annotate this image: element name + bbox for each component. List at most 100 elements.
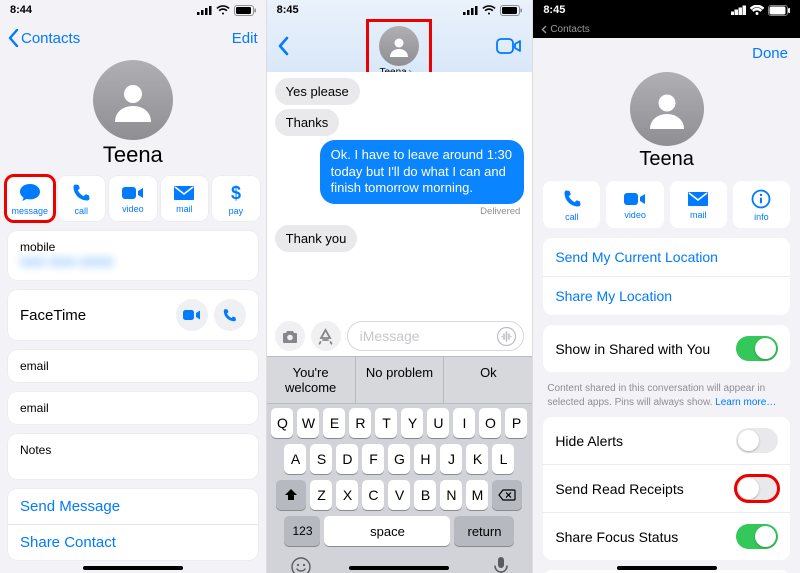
- avatar: [379, 26, 419, 66]
- send-location-row[interactable]: Send My Current Location: [543, 238, 790, 277]
- key-w[interactable]: W: [297, 408, 319, 438]
- call-button[interactable]: call: [543, 181, 600, 228]
- email-card-2[interactable]: email: [8, 392, 258, 424]
- key-b[interactable]: B: [414, 480, 436, 510]
- key-u[interactable]: U: [427, 408, 449, 438]
- key-c[interactable]: C: [362, 480, 384, 510]
- message-in[interactable]: Thanks: [275, 109, 340, 136]
- key-q[interactable]: Q: [271, 408, 293, 438]
- dictate-button[interactable]: [497, 327, 516, 346]
- suggestion[interactable]: You're welcome: [267, 357, 356, 403]
- hide-alerts-row: Hide Alerts: [543, 417, 790, 465]
- share-location-row[interactable]: Share My Location: [543, 277, 790, 315]
- waveform-icon: [497, 327, 516, 346]
- mic-button[interactable]: [493, 556, 509, 573]
- mail-button[interactable]: mail: [161, 176, 209, 221]
- key-k[interactable]: K: [466, 444, 488, 474]
- message-in[interactable]: Thank you: [275, 225, 358, 252]
- suggestion[interactable]: No problem: [356, 357, 445, 403]
- message-in[interactable]: Yes please: [275, 78, 360, 105]
- suggestion[interactable]: Ok: [444, 357, 532, 403]
- signal-icon: [731, 5, 746, 15]
- done-button[interactable]: Done: [752, 45, 788, 62]
- key-h[interactable]: H: [414, 444, 436, 474]
- phone-icon: [562, 189, 582, 209]
- numbers-key[interactable]: 123: [284, 516, 320, 546]
- key-d[interactable]: D: [336, 444, 358, 474]
- home-indicator[interactable]: [83, 566, 183, 570]
- facetime-button[interactable]: [496, 37, 522, 55]
- breadcrumb[interactable]: Contacts: [533, 20, 800, 38]
- key-e[interactable]: E: [323, 408, 345, 438]
- screen-contact-card: 8:44 Contacts Edit Teena message call vi…: [0, 0, 267, 573]
- info-button[interactable]: info: [733, 181, 790, 228]
- shift-key[interactable]: [276, 480, 306, 510]
- apps-button[interactable]: [311, 321, 341, 351]
- key-o[interactable]: O: [479, 408, 501, 438]
- focus-status-row: Share Focus Status: [543, 513, 790, 560]
- key-g[interactable]: G: [388, 444, 410, 474]
- key-s[interactable]: S: [310, 444, 332, 474]
- signal-icon: [197, 5, 212, 15]
- home-indicator[interactable]: [617, 566, 717, 570]
- message-input[interactable]: iMessage: [347, 321, 525, 351]
- video-button[interactable]: video: [109, 176, 157, 221]
- learn-more-link[interactable]: Learn more…: [715, 397, 776, 408]
- shared-footnote: Content shared in this conversation will…: [533, 382, 800, 417]
- key-r[interactable]: R: [349, 408, 371, 438]
- key-j[interactable]: J: [440, 444, 462, 474]
- key-a[interactable]: A: [284, 444, 306, 474]
- return-key[interactable]: return: [454, 516, 514, 546]
- call-button[interactable]: call: [58, 176, 106, 221]
- message-label: message: [12, 206, 49, 216]
- mobile-card[interactable]: mobile 000-000-0000: [8, 231, 258, 280]
- quicktype-bar: You're welcome No problem Ok: [267, 356, 533, 404]
- shift-icon: [284, 488, 298, 502]
- email-card-1[interactable]: email: [8, 350, 258, 382]
- video-button[interactable]: video: [606, 181, 663, 228]
- key-f[interactable]: F: [362, 444, 384, 474]
- key-t[interactable]: T: [375, 408, 397, 438]
- chevron-left-icon: [8, 29, 19, 47]
- send-message-row[interactable]: Send Message: [8, 489, 258, 524]
- read-receipts-toggle[interactable]: [736, 476, 778, 501]
- message-thread[interactable]: Yes please Thanks Ok. I have to leave ar…: [267, 72, 533, 316]
- share-contact-row[interactable]: Share Contact: [8, 524, 258, 560]
- key-l[interactable]: L: [492, 444, 514, 474]
- message-out[interactable]: Ok. I have to leave around 1:30 today bu…: [320, 140, 525, 204]
- video-icon: [183, 309, 201, 321]
- mail-button[interactable]: mail: [670, 181, 727, 228]
- key-n[interactable]: N: [440, 480, 462, 510]
- facetime-video-button[interactable]: [176, 299, 208, 331]
- key-m[interactable]: M: [466, 480, 488, 510]
- email-label: email: [20, 359, 246, 373]
- key-y[interactable]: Y: [401, 408, 423, 438]
- pay-button[interactable]: $ pay: [212, 176, 260, 221]
- info-icon: [751, 189, 771, 209]
- edit-button[interactable]: Edit: [232, 30, 258, 47]
- camera-icon: [281, 329, 299, 344]
- key-p[interactable]: P: [505, 408, 527, 438]
- shared-card: Show in Shared with You: [543, 325, 790, 372]
- key-i[interactable]: I: [453, 408, 475, 438]
- hide-alerts-toggle[interactable]: [736, 428, 778, 453]
- back-button[interactable]: Contacts: [8, 29, 80, 47]
- space-key[interactable]: space: [324, 516, 450, 546]
- shared-with-you-row: Show in Shared with You: [543, 325, 790, 372]
- key-v[interactable]: V: [388, 480, 410, 510]
- phone-icon: [71, 183, 91, 203]
- camera-button[interactable]: [275, 321, 305, 351]
- delete-key[interactable]: [492, 480, 522, 510]
- back-button[interactable]: [277, 36, 289, 56]
- focus-toggle[interactable]: [736, 524, 778, 549]
- shared-toggle[interactable]: [736, 336, 778, 361]
- home-indicator[interactable]: [349, 566, 449, 570]
- status-time: 8:44: [10, 4, 32, 16]
- screen-contact-info: 8:45 Contacts Done Teena call video mail: [533, 0, 800, 573]
- facetime-audio-button[interactable]: [214, 299, 246, 331]
- emoji-button[interactable]: [290, 556, 312, 573]
- key-z[interactable]: Z: [310, 480, 332, 510]
- message-button[interactable]: message: [6, 176, 54, 221]
- notes-card[interactable]: Notes: [8, 434, 258, 479]
- key-x[interactable]: X: [336, 480, 358, 510]
